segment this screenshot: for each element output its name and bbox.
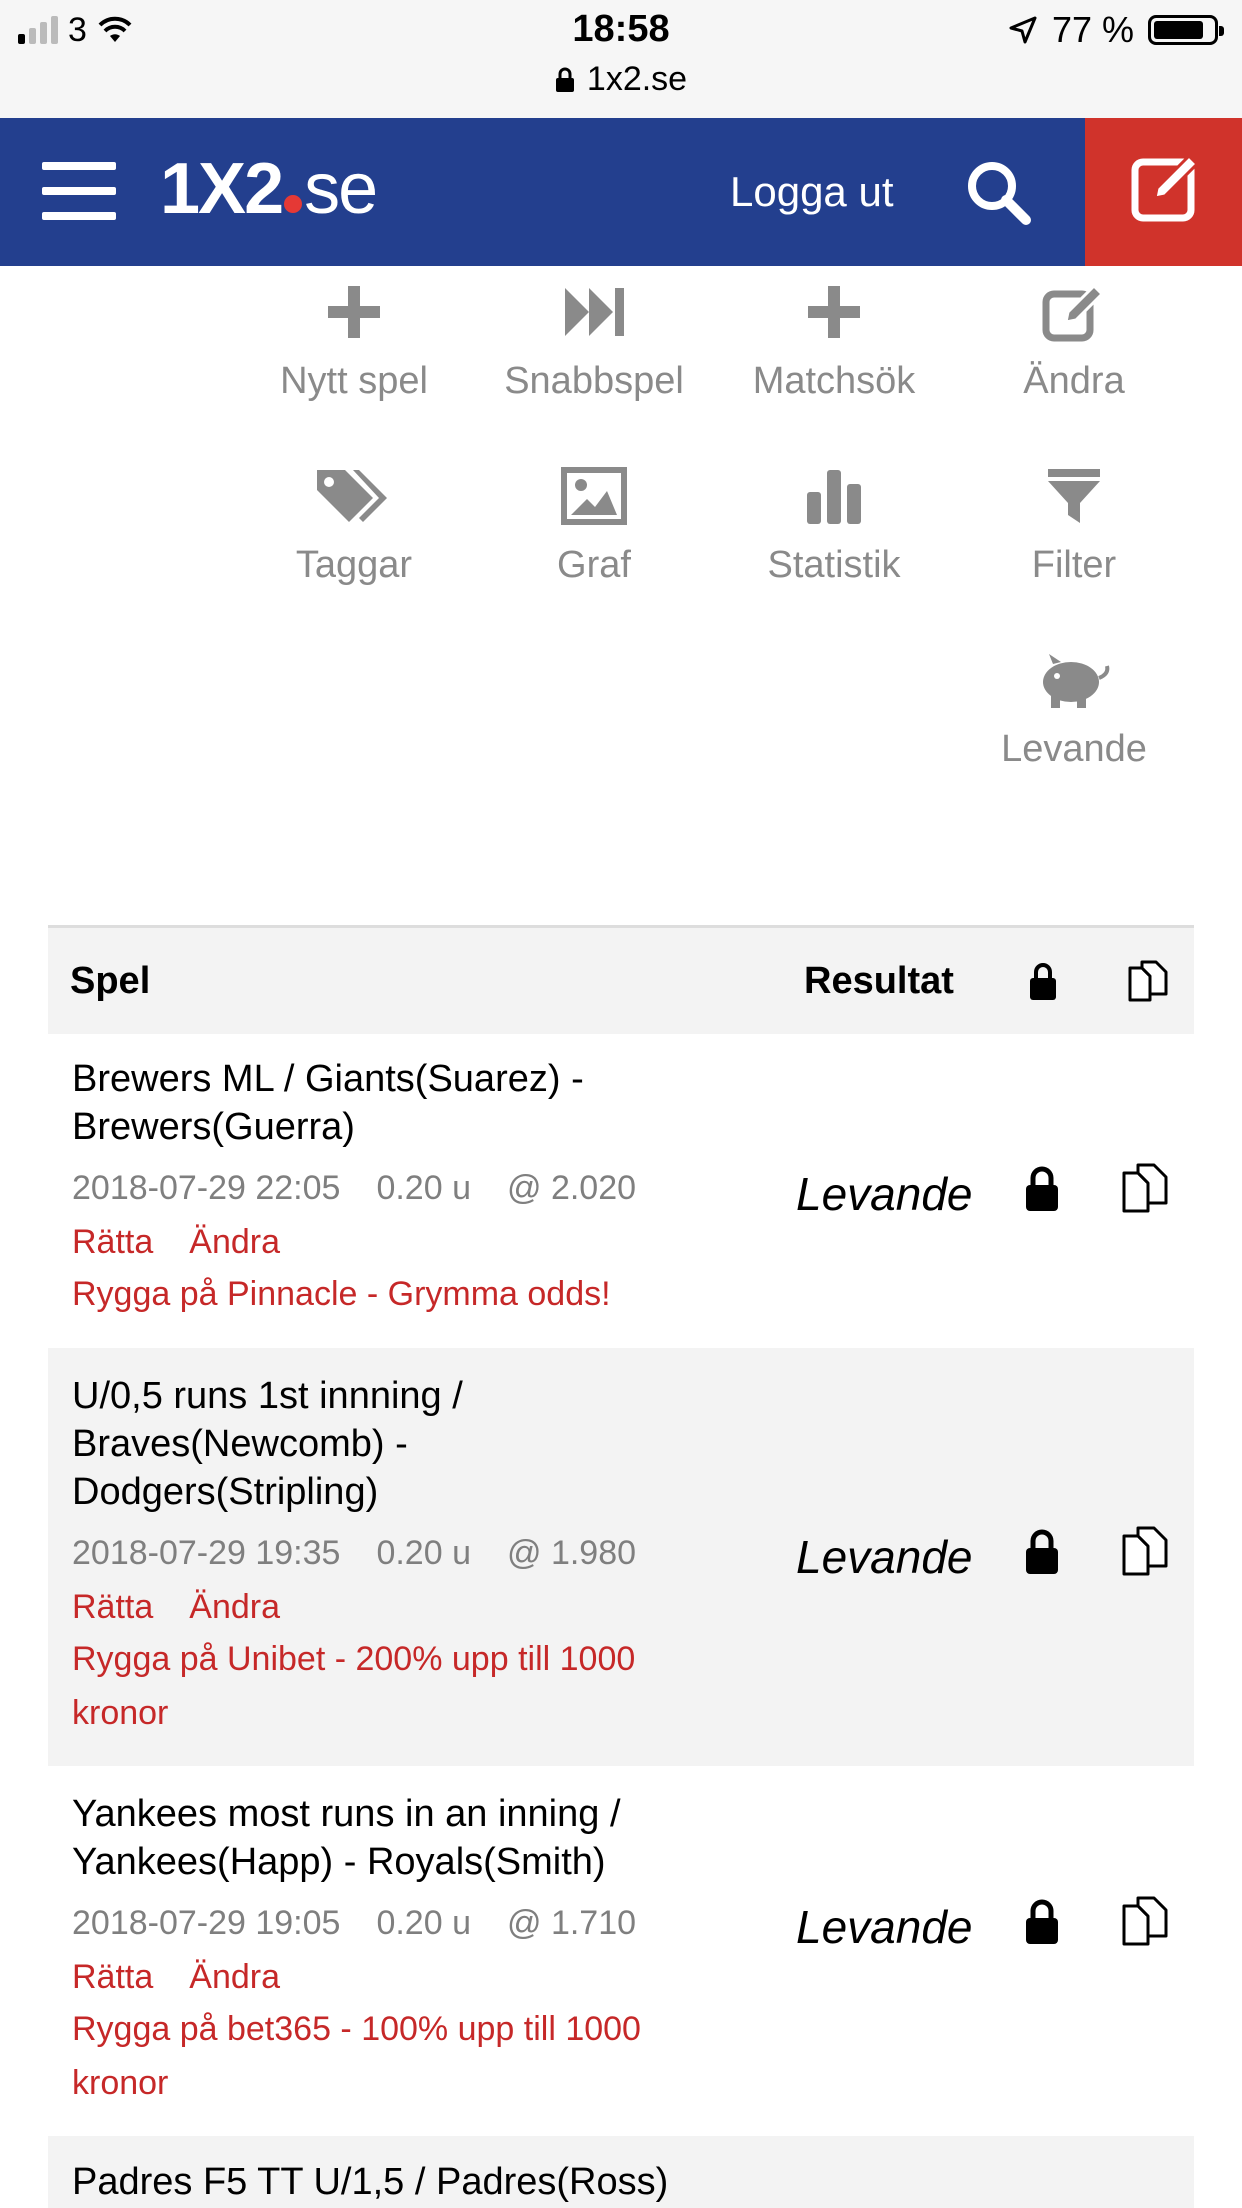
bet-date: 2018-07-29 19:35 — [72, 1534, 341, 1572]
url-text: 1x2.se — [586, 60, 688, 98]
menu-label: Filter — [1031, 544, 1117, 586]
copy-icon[interactable] — [1120, 1161, 1170, 1215]
table-header: Spel Resultat — [48, 925, 1194, 1034]
menu-label: Ändra — [1023, 360, 1125, 402]
edit-icon — [1042, 283, 1105, 342]
game-title: Padres F5 TT U/1,5 / Padres(Ross) — [72, 2161, 669, 2203]
game-title: Yankees most runs in an inning / Yankees… — [72, 1793, 621, 1883]
row-links: Rätta Ändra — [72, 1223, 316, 1262]
row-links: Rätta Ändra — [72, 1958, 316, 1997]
tags-icon — [317, 470, 387, 522]
menu-match-search[interactable]: Matchsök — [714, 272, 954, 432]
menu-label: Statistik — [767, 544, 901, 586]
battery-label: 77 % — [1051, 9, 1134, 50]
menu-label: Nytt spel — [280, 360, 428, 402]
menu-tags[interactable]: Taggar — [234, 456, 474, 616]
header-game[interactable]: Spel — [70, 960, 150, 1003]
lock-small-icon — [555, 67, 574, 92]
image-icon — [561, 467, 627, 525]
location-arrow-icon — [1009, 16, 1037, 44]
copy-icon[interactable] — [1120, 1524, 1170, 1578]
promo-link[interactable]: Rygga på bet365 - 100% upp till 1000 kro… — [72, 2002, 712, 2110]
bet-meta: 2018-07-29 19:05 0.20 u @ 1.710 — [72, 1904, 672, 1943]
table-row[interactable]: U/0,5 runs 1st innning / Braves(Newcomb)… — [48, 1348, 1194, 1766]
url-bar[interactable]: 1x2.se — [0, 60, 1242, 99]
menu-edit[interactable]: Ändra — [954, 272, 1194, 432]
plus-icon — [808, 286, 860, 338]
menu-label: Snabbspel — [504, 360, 684, 402]
correct-link[interactable]: Rätta — [72, 1958, 153, 1996]
bet-units: 0.20 u — [376, 1534, 471, 1572]
copy-icon — [1128, 960, 1168, 1002]
row-links: Rätta Ändra — [72, 1588, 316, 1627]
logo[interactable]: 1X2 se — [160, 148, 378, 230]
bet-odds: @ 1.710 — [506, 1904, 637, 1942]
result-status: Levande — [796, 1168, 973, 1220]
lock-icon[interactable] — [1024, 1528, 1060, 1576]
fast-forward-icon — [565, 288, 624, 336]
lock-icon[interactable] — [1024, 1898, 1060, 1946]
logout-link[interactable]: Logga ut — [730, 168, 894, 216]
table-row[interactable]: Brewers ML / Giants(Suarez) - Brewers(Gu… — [48, 1031, 1194, 1348]
menu-live[interactable]: Levande — [954, 640, 1194, 800]
edit-link[interactable]: Ändra — [189, 1958, 280, 1996]
logo-tld: se — [304, 149, 378, 229]
bet-date: 2018-07-29 22:05 — [72, 1169, 341, 1207]
menu-label: Graf — [557, 544, 631, 586]
logo-main: 1X2 — [160, 149, 284, 229]
lock-icon — [1030, 963, 1056, 1000]
menu-quick-bet[interactable]: Snabbspel — [474, 272, 714, 432]
edit-link[interactable]: Ändra — [189, 1223, 280, 1261]
bet-units: 0.20 u — [376, 1169, 471, 1207]
bet-date: 2018-07-29 19:05 — [72, 1904, 341, 1942]
result-status: Levande — [796, 1901, 973, 1953]
bet-meta: 2018-07-29 19:35 0.20 u @ 1.980 — [72, 1534, 672, 1573]
piggy-bank-icon — [1043, 654, 1110, 708]
promo-link[interactable]: Rygga på Unibet - 200% upp till 1000 kro… — [72, 1632, 712, 1740]
status-right: 77 % — [1008, 9, 1224, 50]
edit-link[interactable]: Ändra — [189, 1588, 280, 1626]
plus-icon — [328, 286, 380, 338]
correct-link[interactable]: Rätta — [72, 1223, 153, 1261]
search-icon[interactable] — [960, 154, 1040, 234]
result-status: Levande — [796, 1531, 973, 1583]
bet-units: 0.20 u — [376, 1904, 471, 1942]
menu-statistics[interactable]: Statistik — [714, 456, 954, 616]
filter-icon — [1048, 469, 1100, 523]
game-title: U/0,5 runs 1st innning / Braves(Newcomb)… — [72, 1375, 463, 1513]
bar-chart-icon — [807, 470, 861, 524]
table-row[interactable]: Yankees most runs in an inning / Yankees… — [48, 1766, 1194, 2136]
header-result[interactable]: Resultat — [804, 960, 954, 1003]
new-bet-button[interactable] — [1085, 118, 1242, 266]
logo-dot — [284, 195, 303, 213]
menu-label: Matchsök — [752, 360, 916, 402]
edit-square-icon — [1131, 153, 1200, 222]
copy-icon[interactable] — [1120, 1894, 1170, 1948]
game-title: Brewers ML / Giants(Suarez) - Brewers(Gu… — [72, 1058, 584, 1148]
top-nav: 1X2 se Logga ut — [0, 118, 1242, 266]
menu-new-bet[interactable]: Nytt spel — [234, 272, 474, 432]
table-row[interactable]: Padres F5 TT U/1,5 / Padres(Ross) — [48, 2136, 1194, 2208]
bet-meta: 2018-07-29 22:05 0.20 u @ 2.020 — [72, 1169, 672, 1208]
promo-link[interactable]: Rygga på Pinnacle - Grymma odds! — [72, 1267, 712, 1321]
hamburger-menu-icon[interactable] — [42, 162, 116, 220]
correct-link[interactable]: Rätta — [72, 1588, 153, 1626]
menu-label: Taggar — [295, 544, 413, 586]
menu-label: Levande — [1001, 728, 1147, 770]
bet-odds: @ 2.020 — [506, 1169, 637, 1207]
lock-icon[interactable] — [1024, 1165, 1060, 1213]
battery-icon — [1148, 15, 1224, 45]
bet-odds: @ 1.980 — [506, 1534, 637, 1572]
status-bar: 3 18:58 1x2.se 77 % — [0, 0, 1242, 118]
menu-filter[interactable]: Filter — [954, 456, 1194, 616]
menu-graph[interactable]: Graf — [474, 456, 714, 616]
